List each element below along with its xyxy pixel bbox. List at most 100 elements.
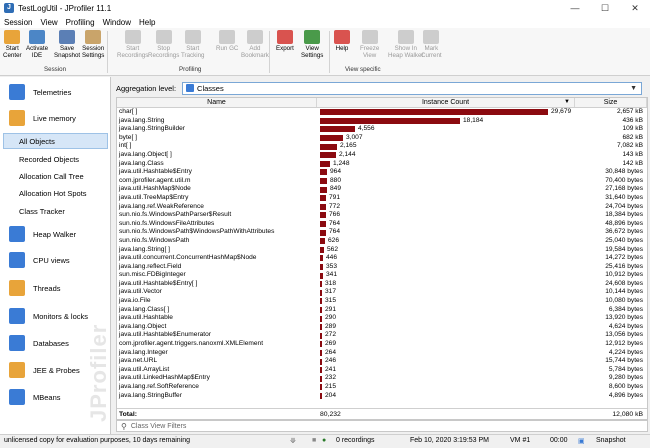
table-row[interactable]: sun.nio.fs.WindowsFileAttributes 764 48,89…: [117, 220, 647, 229]
class-view-filter[interactable]: ⚲ Class View Filters: [116, 420, 648, 432]
toolbar-button-freeze[interactable]: Freeze View: [360, 30, 379, 59]
toolbar-button-start-tracking[interactable]: Start Tracking: [181, 30, 205, 59]
table-row[interactable]: java.util.ArrayList 241 5,784 bytes: [117, 366, 647, 375]
menu-view[interactable]: View: [36, 18, 61, 27]
table-row[interactable]: java.util.TreeMap$Entry 791 31,640 bytes: [117, 194, 647, 203]
toolbar-button-stop-recordings[interactable]: Stop Recordings: [148, 30, 179, 59]
sidebar-item-monitors-locks[interactable]: Monitors & locks: [0, 303, 110, 329]
sidebar-item-mbeans[interactable]: MBeans: [0, 384, 110, 410]
toolbar-button-activate-ide[interactable]: Activate IDE: [26, 30, 48, 59]
instance-count-cell: 562: [317, 246, 575, 255]
toolbar-button-run-gc[interactable]: Run GC: [216, 30, 238, 52]
table-row[interactable]: sun.misc.FDBigInteger 341 10,912 bytes: [117, 271, 647, 280]
toolbar-button-save[interactable]: Save Snapshot: [54, 30, 80, 59]
instance-count-cell: 315: [317, 297, 575, 306]
menu-session[interactable]: Session: [0, 18, 36, 27]
sidebar-item-telemetries[interactable]: Telemetries: [0, 79, 110, 105]
sidebar-subitem-recorded-objects[interactable]: Recorded Objects: [0, 151, 110, 167]
menu-help[interactable]: Help: [135, 18, 159, 27]
sidebar-subitem-all-objects[interactable]: All Objects: [3, 133, 108, 149]
table-row[interactable]: java.util.HashMap$Node 849 27,168 bytes: [117, 185, 647, 194]
instance-count-value: 4,556: [358, 125, 375, 133]
toolbar-button-bookmark[interactable]: Add Bookmark: [241, 30, 269, 59]
sidebar-subitem-class-tracker[interactable]: Class Tracker: [0, 203, 110, 219]
table-row[interactable]: java.lang.Object 289 4,624 bytes: [117, 323, 647, 332]
column-header-size[interactable]: Size: [575, 98, 647, 107]
sidebar-item-live-memory[interactable]: Live memory: [0, 105, 110, 131]
table-row[interactable]: java.net.URL 246 15,744 bytes: [117, 357, 647, 366]
sidebar-subitem-allocation-call-tree[interactable]: Allocation Call Tree: [0, 168, 110, 184]
table-row[interactable]: java.util.Hashtable$Enumerator 272 13,056 …: [117, 331, 647, 340]
toolbar-button-export[interactable]: Export: [276, 30, 294, 52]
class-name-cell: java.lang.Class: [119, 159, 164, 167]
table-row[interactable]: char[ ] 29,679 2,657 kB: [117, 108, 647, 117]
toolbar-button-label: Run GC: [216, 45, 239, 52]
table-row[interactable]: int[ ] 2,165 7,082 kB: [117, 142, 647, 151]
menu-window[interactable]: Window: [99, 18, 135, 27]
table-row[interactable]: java.lang.ref.WeakReference 772 24,704 byt…: [117, 203, 647, 212]
table-row[interactable]: java.util.Hashtable 290 13,920 bytes: [117, 314, 647, 323]
table-row[interactable]: java.lang.StringBuilder 4,556 109 kB: [117, 125, 647, 134]
table-row[interactable]: byte[ ] 3,007 682 kB: [117, 134, 647, 143]
table-body: char[ ] 29,679 2,657 kB java.lang.String 18,…: [117, 108, 647, 400]
table-row[interactable]: java.util.concurrent.ConcurrentHashMap$N…: [117, 254, 647, 263]
toolbar-button-start-recordings[interactable]: Start Recordings: [117, 30, 148, 59]
close-icon[interactable]: ✕: [620, 3, 650, 14]
table-row[interactable]: sun.nio.fs.WindowsPath$WindowsPathWithAt…: [117, 228, 647, 237]
table-row[interactable]: java.lang.Object[ ] 2,144 143 kB: [117, 151, 647, 160]
class-name-cell: int[ ]: [119, 142, 132, 150]
table-row[interactable]: java.util.Hashtable$Entry 964 30,848 bytes: [117, 168, 647, 177]
aggregation-select[interactable]: Classes ▼: [182, 81, 643, 95]
toolbar-button-folder-star[interactable]: Start Center: [3, 30, 22, 59]
size-cell: 13,920 bytes: [605, 314, 643, 322]
instance-count-bar: [320, 392, 322, 399]
instance-count-cell: 269: [317, 340, 575, 349]
instance-count-bar: [320, 298, 322, 305]
sidebar-item-label: Monitors & locks: [33, 311, 89, 321]
table-row[interactable]: com.jprofiler.agent.triggers.nanoxml.XML…: [117, 340, 647, 349]
sidebar-item-jee-probes[interactable]: JEE & Probes: [0, 357, 110, 383]
table-row[interactable]: java.util.LinkedHashMap$Entry 232 9,280 by…: [117, 374, 647, 383]
class-name-cell: sun.misc.FDBigInteger: [119, 271, 186, 279]
total-label: Total:: [119, 410, 137, 418]
toolbar-button-heap-walker[interactable]: Show In Heap Walker: [388, 30, 424, 59]
table-row[interactable]: sun.nio.fs.WindowsPath 626 25,040 bytes: [117, 237, 647, 246]
toolbar-button-label: View: [362, 52, 377, 59]
pin-icon[interactable]: ⟱: [290, 437, 296, 445]
minimize-icon[interactable]: —: [560, 3, 590, 14]
instance-count-cell: 232: [317, 374, 575, 383]
table-row[interactable]: sun.nio.fs.WindowsPathParser$Result 766 18…: [117, 211, 647, 220]
main-panel: Aggregation level: Classes ▼ Name Instan…: [112, 77, 650, 434]
table-row[interactable]: java.lang.reflect.Field 353 25,416 bytes: [117, 263, 647, 272]
table-row[interactable]: java.util.Vector 317 10,144 bytes: [117, 288, 647, 297]
column-header-instance-count[interactable]: Instance Count ▼: [317, 98, 575, 107]
table-row[interactable]: java.lang.Class 1,248 142 kB: [117, 160, 647, 169]
instance-count-bar: [320, 178, 327, 185]
table-row[interactable]: java.lang.String[ ] 562 19,584 bytes: [117, 246, 647, 255]
toolbar-button-mark-current[interactable]: Mark Current: [421, 30, 442, 59]
menu-profiling[interactable]: Profiling: [62, 18, 99, 27]
table-row[interactable]: java.lang.Class[ ] 291 6,384 bytes: [117, 306, 647, 315]
table-row[interactable]: java.lang.StringBuffer 204 4,896 bytes: [117, 392, 647, 401]
sidebar-item-cpu-views[interactable]: CPU views: [0, 247, 110, 273]
table-row[interactable]: java.lang.ref.SoftReference 215 8,600 byte…: [117, 383, 647, 392]
table-row[interactable]: com.jprofiler.agent.util.m 880 70,400 byte…: [117, 177, 647, 186]
toolbar-button-label: View: [305, 45, 319, 52]
table-row[interactable]: java.util.Hashtable$Entry[ ] 318 24,608 by…: [117, 280, 647, 289]
maximize-icon[interactable]: ☐: [590, 3, 620, 14]
table-row[interactable]: java.lang.Integer 264 4,224 bytes: [117, 349, 647, 358]
toolbar-button-help[interactable]: Help: [334, 30, 350, 52]
sidebar-subitem-allocation-hot-spots[interactable]: Allocation Hot Spots: [0, 185, 110, 201]
toolbar-button-view-settings[interactable]: View Settings: [301, 30, 323, 59]
table-row[interactable]: java.io.File 315 10,080 bytes: [117, 297, 647, 306]
sidebar-item-heap-walker[interactable]: Heap Walker: [0, 221, 110, 247]
export-icon: [276, 30, 293, 44]
sidebar-item-databases[interactable]: Databases: [0, 330, 110, 356]
class-name-cell: java.util.TreeMap$Entry: [119, 193, 189, 201]
toolbar-button-label: Settings: [82, 52, 105, 59]
table-row[interactable]: java.lang.String 18,184 436 kB: [117, 117, 647, 126]
sidebar-item-threads[interactable]: Threads: [0, 275, 110, 301]
toolbar-button-session-settings[interactable]: Session Settings: [82, 30, 104, 59]
search-icon: ⚲: [121, 421, 127, 431]
column-header-name[interactable]: Name: [117, 98, 317, 107]
